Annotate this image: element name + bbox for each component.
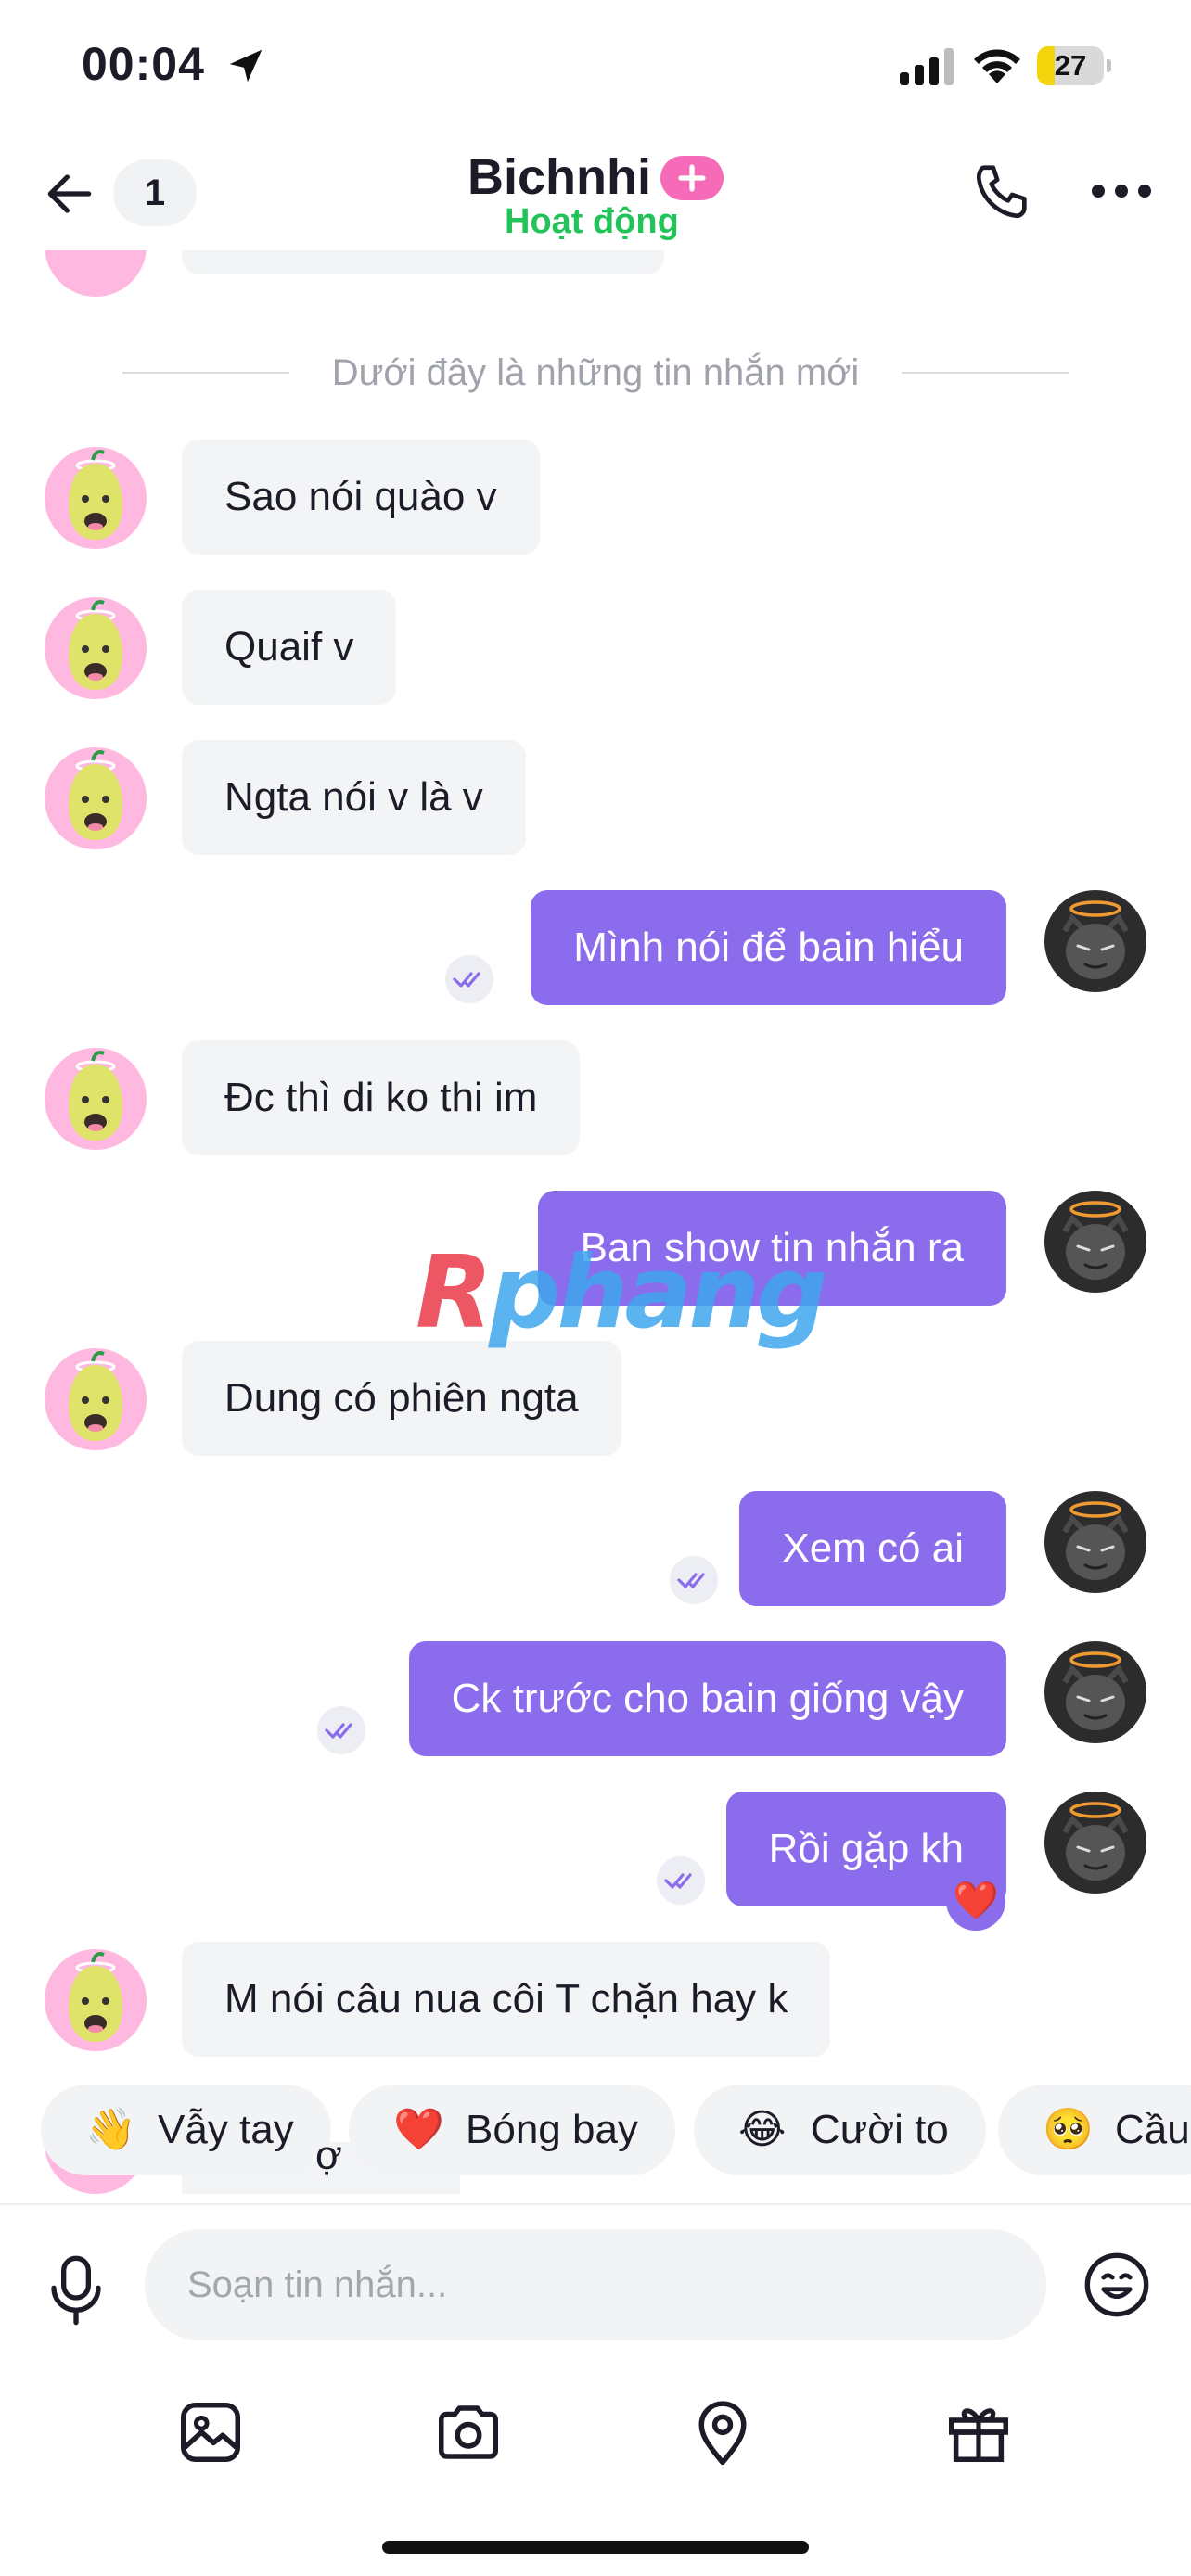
read-receipt-icon: [664, 1873, 692, 1889]
heart-icon: ❤️: [393, 2106, 444, 2153]
outgoing-message: Rồi gặp kh ❤️: [0, 1792, 1191, 1931]
outgoing-message: Ck trước cho bain giống vậy: [0, 1641, 1191, 1756]
phone-icon[interactable]: [970, 159, 1035, 224]
partial-message-text: ợ: [315, 2133, 342, 2178]
incoming-message: Dung có phiên ngta: [0, 1341, 1191, 1456]
chip-label: Cầu: [1115, 2107, 1190, 2152]
online-status: Hoạt động: [505, 202, 679, 241]
avatar[interactable]: [45, 1348, 147, 1450]
read-receipt-icon: [453, 972, 480, 988]
incoming-message: M nói câu nua côi T chặn hay k: [0, 1942, 1191, 2057]
quick-reaction-laugh[interactable]: 😂 Cười to: [694, 2085, 986, 2175]
laugh-icon: 😂: [738, 2106, 787, 2153]
message-bubble[interactable]: Sao nói quào v: [182, 440, 540, 555]
message-bubble[interactable]: Xem có ai: [739, 1491, 1006, 1606]
attachment-actions: [0, 2387, 1191, 2480]
avatar[interactable]: [45, 747, 147, 849]
avatar[interactable]: [45, 1048, 147, 1150]
avatar[interactable]: [45, 1949, 147, 2051]
message-bubble[interactable]: Quaif v: [182, 590, 397, 705]
chip-label: Bóng bay: [466, 2107, 638, 2152]
quick-reaction-balloon[interactable]: ❤️ Bóng bay: [349, 2085, 675, 2175]
message-bubble[interactable]: [182, 250, 664, 274]
quick-reaction-plead[interactable]: 🥺 Cầu: [998, 2085, 1191, 2175]
message-bubble[interactable]: M nói câu nua côi T chặn hay k: [182, 1942, 831, 2057]
location-arrow-icon: [229, 49, 263, 83]
wave-icon: 👋: [85, 2106, 136, 2153]
chat-header: 1 Bichnhi Hoạt động: [0, 130, 1191, 250]
watermark: Rphang: [416, 1235, 827, 1351]
status-bar: 00:04 27: [0, 0, 1191, 130]
incoming-message: Sao nói quào v: [0, 440, 1191, 555]
message-bubble[interactable]: Ngta nói v là v: [182, 740, 526, 855]
quick-reactions-bar: 👋 Vẫy tay ❤️ Bóng bay 😂 Cười to 🥺 Cầu: [0, 2073, 1191, 2194]
read-receipt-icon: [325, 1723, 352, 1739]
unread-count-badge[interactable]: 1: [113, 159, 197, 226]
read-status: [445, 955, 493, 1003]
read-status: [657, 1856, 705, 1905]
avatar[interactable]: [1044, 1792, 1146, 1894]
avatar[interactable]: [45, 250, 147, 297]
wifi-icon: [974, 49, 1020, 83]
battery-level: 27: [1054, 49, 1087, 82]
location-pin-icon[interactable]: [686, 2396, 759, 2468]
chip-label: Vẫy tay: [158, 2107, 294, 2152]
avatar[interactable]: [1044, 1641, 1146, 1743]
avatar[interactable]: [45, 447, 147, 549]
avatar[interactable]: [45, 597, 147, 699]
emoji-icon[interactable]: [1082, 2250, 1152, 2320]
battery-indicator: 27: [1037, 46, 1111, 85]
avatar[interactable]: [1044, 1191, 1146, 1293]
quick-reaction-wave[interactable]: 👋 Vẫy tay: [41, 2085, 331, 2175]
composer: [0, 2203, 1191, 2576]
camera-icon[interactable]: [432, 2396, 505, 2468]
contact-name[interactable]: Bichnhi: [467, 148, 651, 206]
gift-icon[interactable]: [942, 2396, 1015, 2468]
chip-label: Cười to: [811, 2107, 949, 2152]
message-bubble[interactable]: Ck trước cho bain giống vậy: [408, 1641, 1006, 1756]
incoming-message: Đc thì di ko thi im: [0, 1040, 1191, 1155]
gallery-icon[interactable]: [174, 2396, 247, 2468]
message-bubble[interactable]: Mình nói để bain hiểu: [531, 890, 1006, 1005]
pleading-icon: 🥺: [1043, 2106, 1094, 2153]
back-arrow-icon[interactable]: [41, 165, 98, 223]
message-input[interactable]: [145, 2229, 1046, 2340]
avatar[interactable]: [1044, 890, 1146, 992]
status-time: 00:04: [82, 38, 205, 90]
incoming-message: Quaif v: [0, 590, 1191, 705]
signal-icon: [900, 48, 954, 85]
more-icon[interactable]: [1089, 182, 1154, 200]
message-list[interactable]: Dưới đây là những tin nhắn mới Sao nói q…: [0, 250, 1191, 2207]
heart-reaction[interactable]: ❤️: [946, 1871, 1005, 1931]
plus-badge: [660, 156, 724, 200]
read-status: [670, 1556, 718, 1604]
microphone-icon[interactable]: [46, 2253, 106, 2327]
outgoing-message: Xem có ai: [0, 1491, 1191, 1606]
message-bubble[interactable]: Dung có phiên ngta: [182, 1341, 621, 1456]
read-status: [317, 1706, 365, 1754]
avatar[interactable]: [1044, 1491, 1146, 1593]
message-bubble[interactable]: Đc thì di ko thi im: [182, 1040, 581, 1155]
home-indicator: [382, 2541, 809, 2554]
incoming-message: Ngta nói v là v: [0, 740, 1191, 855]
outgoing-message: Mình nói để bain hiểu: [0, 890, 1191, 1005]
read-receipt-icon: [677, 1573, 705, 1588]
new-messages-divider: Dưới đây là những tin nhắn mới: [122, 349, 1069, 395]
plus-icon: [678, 164, 706, 192]
